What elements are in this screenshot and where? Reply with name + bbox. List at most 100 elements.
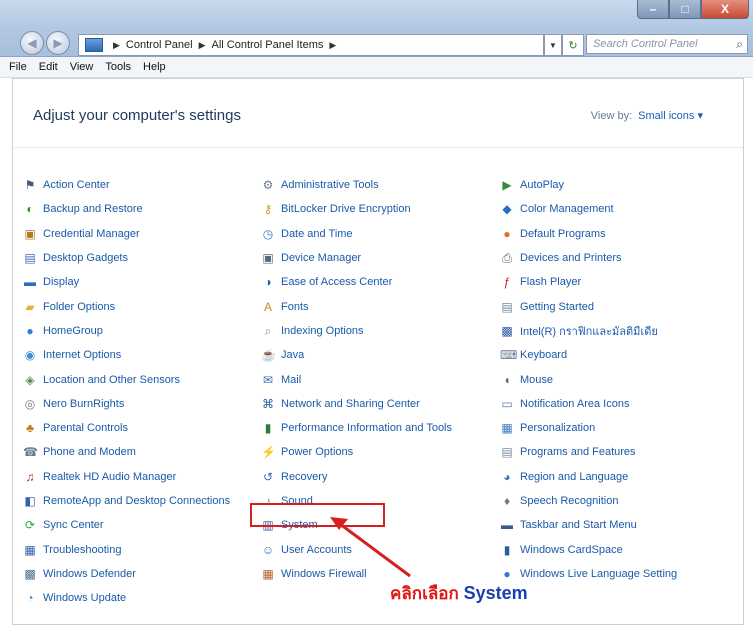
control-panel-item[interactable]: ⚷ BitLocker Drive Encryption [261,197,452,221]
control-panel-item[interactable]: ▬ Taskbar and Start Menu [500,513,677,537]
control-panel-item[interactable]: ♣ Parental Controls [23,416,230,440]
control-panel-item-label: Windows CardSpace [520,543,623,556]
control-panel-item[interactable]: ◔ Windows Update [23,586,230,610]
users-icon: ☺ [261,542,275,557]
control-panel-item-label: Flash Player [520,276,582,289]
minimize-button[interactable]: – [637,0,669,19]
control-panel-item-label: RemoteApp and Desktop Connections [43,495,231,507]
control-panel-item-label: Getting Started [520,300,594,313]
control-panel-item[interactable]: ☺ User Accounts [261,537,452,561]
control-panel-item[interactable]: ⚙ Administrative Tools [261,173,452,197]
parental-icon: ♣ [26,421,34,436]
control-panel-item[interactable]: ▰ Folder Options [23,294,230,318]
control-panel-item-label: Recovery [281,470,328,483]
control-panel-item[interactable]: ⌕ Indexing Options [261,319,452,343]
control-panel-item[interactable]: ▶ AutoPlay [500,173,677,197]
performance-icon: ▮ [264,421,272,436]
control-panel-item[interactable]: ▩ Intel(R) กราฟิกและมัลติมีเดีย [500,319,677,343]
control-panel-item-label: Mail [281,373,302,386]
control-panel-item[interactable]: ▮ Windows CardSpace [500,537,677,561]
control-panel-item[interactable]: ● HomeGroup [23,319,230,343]
control-panel-item[interactable]: ↺ Recovery [261,465,452,489]
control-panel-item[interactable]: ⟳ Sync Center [23,513,230,537]
menu-view[interactable]: View [70,61,94,73]
control-panel-item[interactable]: ◈ Location and Other Sensors [23,367,230,391]
breadcrumb-separator-icon: ▶ [329,39,337,50]
address-dropdown-button[interactable]: ▼ [544,34,562,56]
menu-edit[interactable]: Edit [39,61,58,73]
control-panel-item[interactable]: ⚡ Power Options [261,440,452,464]
control-panel-item-label: Ease of Access Center [281,276,393,289]
control-panel-item[interactable]: ▮ Performance Information and Tools [261,416,452,440]
control-panel-item[interactable]: ● Default Programs [500,222,677,246]
control-panel-item[interactable]: ☕ Java [261,343,452,367]
maximize-button[interactable]: □ [669,0,701,19]
control-panel-item[interactable]: ▦ Personalization [500,416,677,440]
control-panel-item[interactable]: ⌘ Network and Sharing Center [261,392,452,416]
control-panel-item-label: Taskbar and Start Menu [520,519,637,532]
control-panel-item[interactable]: A Fonts [261,294,452,318]
menu-help[interactable]: Help [143,61,166,73]
flash-icon: ƒ [503,275,511,290]
phone-icon: ☎ [23,445,38,460]
address-bar[interactable]: ▶ Control Panel ▶ All Control Panel Item… [78,34,544,56]
menu-file[interactable]: File [9,61,27,73]
control-panel-item[interactable]: ▤ Getting Started [500,294,677,318]
control-panel-item[interactable]: ▣ Credential Manager [23,222,230,246]
control-panel-item[interactable]: ▭ Notification Area Icons [500,392,677,416]
control-panel-item-label: Notification Area Icons [520,397,630,410]
control-panel-item[interactable]: ◑ Ease of Access Center [261,270,452,294]
control-panel-item[interactable]: ◆ Color Management [500,197,677,221]
control-panel-item[interactable]: ◉ Internet Options [23,343,230,367]
disc-icon: ◎ [24,396,36,411]
control-panel-item[interactable]: ✉ Mail [261,367,452,391]
title-bar: – □ X ◀ ▶ ▶ Control Panel ▶ All Control … [0,0,753,57]
forward-button[interactable]: ▶ [46,31,70,55]
control-panel-item[interactable]: ◎ Nero BurnRights [23,392,230,416]
control-panel-item[interactable]: ◖ Mouse [500,367,677,391]
search-icon[interactable]: ⌕ [736,37,743,52]
refresh-button[interactable]: ↻ [562,34,584,56]
control-panel-item[interactable]: ◕ Region and Language [500,465,677,489]
divider [13,147,743,148]
globe-icon: ◉ [24,348,36,363]
homegroup-icon: ● [26,323,34,338]
control-panel-item[interactable]: ▦ Troubleshooting [23,537,230,561]
control-panel-item[interactable]: ◷ Date and Time [261,222,452,246]
control-panel-item[interactable]: ▬ Display [23,270,230,294]
control-panel-item[interactable]: ▣ Device Manager [261,246,452,270]
breadcrumb-all-items[interactable]: All Control Panel Items [212,39,324,51]
control-panel-content: Adjust your computer's settings View by:… [12,78,744,625]
control-panel-item-label: Device Manager [281,252,362,265]
taskbar-icon: ▬ [501,518,513,533]
control-panel-item[interactable]: ⚑ Action Center [23,173,230,197]
search-input[interactable]: Search Control Panel ⌕ [586,34,748,54]
close-button[interactable]: X [701,0,749,19]
control-panel-item-label: BitLocker Drive Encryption [281,203,411,216]
breadcrumb-control-panel[interactable]: Control Panel [126,39,193,51]
control-panel-item[interactable]: ♫ Realtek HD Audio Manager [23,465,230,489]
control-panel-item[interactable]: ◐ Backup and Restore [23,197,230,221]
update-icon: ◔ [26,591,34,606]
control-panel-item[interactable]: ♦ Speech Recognition [500,489,677,513]
control-panel-item[interactable]: ▩ Windows Defender [23,562,230,586]
control-panel-item[interactable]: ◧ RemoteApp and Desktop Connections [23,489,230,513]
back-button[interactable]: ◀ [20,31,44,55]
control-panel-item[interactable]: ƒ Flash Player [500,270,677,294]
folder-icon: ▰ [25,299,35,314]
annotation-caption: คลิกเลือก System [390,580,528,607]
control-panel-item-label: Java [281,349,305,362]
control-panel-item[interactable]: ☎ Phone and Modem [23,440,230,464]
view-by-dropdown[interactable]: Small icons ▾ [638,110,703,122]
control-panel-item[interactable]: ▤ Programs and Features [500,440,677,464]
control-panel-item-label: Troubleshooting [43,543,122,556]
control-panel-item[interactable]: ▤ Desktop Gadgets [23,246,230,270]
view-by-label: View by: [590,110,633,122]
system-highlight-box [250,503,385,527]
menu-tools[interactable]: Tools [105,61,131,73]
control-panel-item-label: Indexing Options [281,324,364,337]
control-panel-item[interactable]: ⌨ Keyboard [500,343,677,367]
control-panel-item[interactable]: ⎙ Devices and Printers [500,246,677,270]
java-icon: ☕ [261,348,276,363]
intel-graphics-icon: ▩ [501,323,513,338]
